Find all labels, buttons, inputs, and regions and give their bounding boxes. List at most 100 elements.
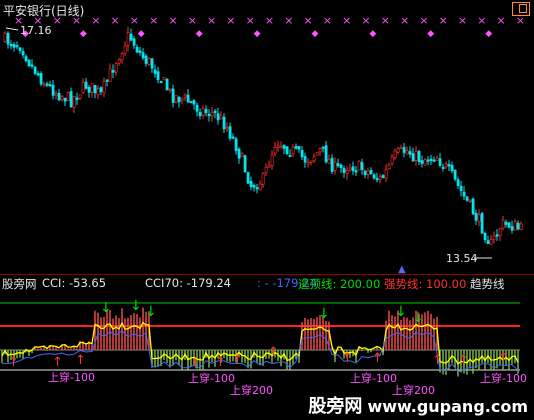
candle-body — [387, 164, 391, 170]
candle-body — [243, 155, 247, 173]
candle-body — [516, 222, 520, 230]
signal-marker: × — [226, 14, 235, 27]
sell-arrow-icon: ↓ — [412, 310, 424, 326]
candle-body — [168, 88, 172, 91]
candle-body — [204, 109, 208, 113]
candle-body — [468, 199, 472, 202]
signal-marker: × — [207, 14, 216, 27]
candle-body — [252, 184, 256, 188]
candle-body — [174, 94, 178, 103]
signal-marker: ◆ — [138, 29, 145, 39]
candle-body — [330, 157, 334, 172]
signal-marker: × — [111, 14, 120, 27]
signal-label: 上穿-100 — [188, 371, 235, 385]
candle-body — [108, 68, 112, 83]
candle-body — [426, 159, 430, 162]
candle-body — [210, 112, 214, 117]
candle-body — [114, 63, 118, 73]
candle-body — [354, 170, 358, 173]
candle-body — [441, 166, 445, 169]
candle-body — [384, 169, 388, 179]
candle-body — [57, 92, 61, 101]
candle-body — [318, 148, 322, 153]
candle-body — [474, 212, 478, 221]
candle-body — [150, 58, 154, 69]
candle-body — [414, 150, 418, 161]
candle-body — [450, 164, 454, 172]
candle-body — [42, 84, 46, 87]
signal-marker: × — [265, 14, 274, 27]
sell-arrow-icon: ↓ — [318, 306, 330, 322]
candle-body — [216, 113, 220, 121]
candle-body — [267, 165, 271, 168]
signal-label: 上穿-100 — [480, 371, 527, 385]
signal-marker: × — [400, 14, 409, 27]
signal-marker: × — [458, 14, 467, 27]
candle-body — [231, 136, 235, 139]
candle-body — [270, 154, 274, 166]
candle-body — [9, 44, 13, 47]
candle-body — [240, 153, 244, 158]
candle-body — [192, 100, 196, 105]
candle-body — [507, 222, 511, 228]
signal-marker: × — [130, 14, 139, 27]
buy-arrow-icon: ↑ — [372, 351, 383, 366]
candle-body — [198, 112, 202, 117]
high-pointer — [5, 27, 19, 31]
candle-body — [348, 167, 352, 171]
candle-body — [51, 84, 55, 96]
candle-body — [213, 110, 217, 113]
candle-body — [303, 156, 307, 163]
candle-body — [48, 84, 52, 87]
candle-body — [264, 166, 268, 173]
watermark-site: 股旁网 — [308, 396, 363, 417]
candle-body — [300, 150, 304, 158]
signal-marker: × — [284, 14, 293, 27]
signal-marker: ◆ — [427, 29, 434, 39]
candle-body — [78, 94, 82, 99]
buy-arrow-icon: ↑ — [75, 353, 86, 368]
candle-body — [447, 164, 451, 167]
watermark: 股旁网 www.gupang.com — [308, 392, 528, 418]
candle-body — [390, 156, 394, 164]
candle-body — [177, 96, 181, 103]
signal-marker: × — [381, 14, 390, 27]
sell-arrow-icon: ↓ — [100, 300, 112, 316]
candle-body — [12, 44, 16, 48]
candle-body — [84, 81, 88, 89]
low-price-label: 13.54 — [446, 252, 478, 265]
candle-body — [501, 219, 505, 229]
candle-body — [351, 166, 355, 172]
signal-marker: ◆ — [485, 29, 492, 39]
signal-marker: ◆ — [80, 29, 87, 39]
candle-body — [321, 146, 325, 149]
candle-body — [489, 239, 493, 245]
candle-body — [513, 221, 517, 231]
candle-body — [126, 32, 130, 46]
candlestick-chart[interactable]: ×◆× × ×◆× × ×◆× × ×◆× × ×◆× × ×◆× × ×◆× × ×◆× × ×◆× ×▲17.… — [0, 0, 534, 274]
candle-body — [405, 150, 409, 155]
signal-marker: × — [477, 14, 486, 27]
candle-body — [327, 158, 331, 164]
candle-body — [276, 145, 280, 148]
signal-marker: × — [361, 14, 370, 27]
buy-arrow-icon: ↑ — [268, 345, 279, 360]
signal-marker: × — [342, 14, 351, 27]
candle-body — [207, 113, 211, 117]
buy-arrow-icon: ↑ — [432, 353, 443, 368]
candle-body — [438, 158, 442, 166]
candle-body — [444, 163, 448, 168]
buy-arrow-icon: ↑ — [458, 353, 469, 368]
candle-body — [27, 59, 31, 67]
candle-body — [39, 73, 43, 85]
candle-body — [228, 126, 232, 139]
sell-arrow-icon: ↓ — [395, 304, 407, 320]
candle-body — [342, 168, 346, 173]
candle-body — [54, 93, 58, 96]
candle-body — [399, 146, 403, 150]
candle-body — [471, 198, 475, 215]
candle-body — [408, 151, 412, 155]
candle-body — [66, 92, 70, 102]
signal-marker: ◆ — [369, 29, 376, 39]
candle-body — [309, 160, 313, 163]
